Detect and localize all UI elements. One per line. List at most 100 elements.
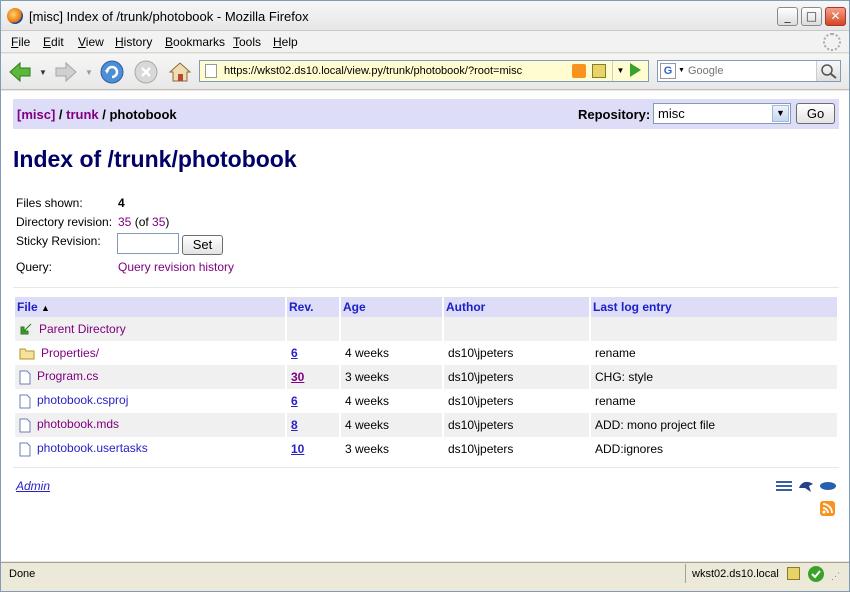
menu-help[interactable]: Help	[273, 35, 298, 49]
files-shown-label: Files shown:	[16, 196, 83, 210]
navigation-toolbar: ▼ ▼ https://wkst02.ds10.local/view.py/tr…	[1, 54, 849, 90]
go-arrow-icon[interactable]	[630, 63, 641, 77]
directory-revision-label: Directory revision:	[16, 215, 113, 229]
revision-link[interactable]: 6	[291, 346, 298, 360]
search-engine-dropdown-icon[interactable]: ▼	[678, 67, 685, 74]
viewvc-header: [misc] / trunk / photobook Repository: m…	[13, 99, 839, 129]
resize-grip-icon[interactable]: ⋰	[831, 571, 840, 582]
table-row: photobook.csproj 6 4 weeks ds10\jpeters …	[15, 389, 837, 413]
divider	[13, 287, 839, 288]
title-bar: [misc] Index of /trunk/photobook - Mozil…	[1, 1, 849, 31]
breadcrumb-trunk-link[interactable]: trunk	[66, 107, 99, 122]
home-button-icon[interactable]	[167, 59, 193, 85]
query-revision-history-link[interactable]: Query revision history	[118, 260, 234, 274]
table-row: photobook.usertasks 10 3 weeks ds10\jpet…	[15, 437, 837, 461]
parent-directory-link[interactable]: Parent Directory	[39, 322, 126, 336]
reload-button-icon[interactable]	[99, 59, 125, 85]
column-header-age[interactable]: Age	[341, 297, 442, 317]
google-engine-icon[interactable]: G	[660, 63, 676, 79]
page-content: [misc] / trunk / photobook Repository: m…	[1, 91, 849, 561]
menu-bar: File Edit View History Bookmarks Tools H…	[1, 31, 849, 53]
search-box[interactable]: G ▼	[657, 60, 841, 82]
file-listing-table: File ▲ Rev. Age Author Last log entry Pa…	[13, 297, 839, 461]
file-icon	[19, 442, 31, 457]
search-input[interactable]	[688, 62, 812, 80]
latest-revision-link[interactable]: 35	[152, 215, 165, 229]
admin-link[interactable]: Admin	[16, 479, 50, 493]
subversion-logo-icon[interactable]	[819, 481, 837, 491]
repository-select[interactable]: misc ▼	[653, 103, 791, 124]
python-logo-icon[interactable]	[797, 478, 815, 494]
rss-feed-icon[interactable]	[572, 64, 586, 78]
browser-window: [misc] Index of /trunk/photobook - Mozil…	[0, 0, 850, 592]
menu-history[interactable]: History	[115, 35, 152, 49]
menu-edit[interactable]: Edit	[43, 35, 64, 49]
log-cell: ADD: mono project file	[591, 413, 837, 437]
viewvc-logo-icon[interactable]	[775, 479, 793, 493]
file-link[interactable]: photobook.usertasks	[37, 441, 148, 455]
menu-file[interactable]: File	[11, 35, 30, 49]
rss-feed-icon[interactable]	[820, 501, 835, 516]
revision-link[interactable]: 8	[291, 418, 298, 432]
column-header-file[interactable]: File ▲	[15, 297, 285, 317]
parent-cell: Parent Directory	[15, 317, 285, 341]
go-button[interactable]: Go	[796, 103, 835, 124]
log-cell: ADD:ignores	[591, 437, 837, 461]
folder-icon	[19, 348, 35, 360]
minimize-button[interactable]: _	[777, 7, 798, 26]
directory-revision-link[interactable]: 35	[118, 215, 131, 229]
author-cell: ds10\jpeters	[444, 437, 589, 461]
log-cell: rename	[591, 389, 837, 413]
sort-ascending-icon: ▲	[41, 303, 50, 313]
divider	[13, 467, 839, 468]
window-title: [misc] Index of /trunk/photobook - Mozil…	[29, 9, 309, 24]
close-button[interactable]: ✕	[825, 7, 846, 26]
breadcrumb-root-link[interactable]: [misc]	[17, 107, 55, 122]
column-header-log[interactable]: Last log entry	[591, 297, 837, 317]
author-cell: ds10\jpeters	[444, 413, 589, 437]
padlock-icon[interactable]	[787, 567, 800, 580]
age-cell: 4 weeks	[341, 413, 442, 437]
table-row: Program.cs 30 3 weeks ds10\jpeters CHG: …	[15, 365, 837, 389]
query-label: Query:	[16, 260, 53, 274]
log-cell: CHG: style	[591, 365, 837, 389]
age-cell: 4 weeks	[341, 341, 442, 365]
menu-bookmarks[interactable]: Bookmarks	[165, 35, 225, 49]
column-header-author[interactable]: Author	[444, 297, 589, 317]
file-link[interactable]: Properties/	[41, 346, 99, 360]
file-icon	[19, 370, 31, 385]
file-link[interactable]: photobook.csproj	[37, 393, 128, 407]
sticky-revision-input[interactable]	[117, 233, 179, 254]
table-row: Properties/ 6 4 weeks ds10\jpeters renam…	[15, 341, 837, 365]
back-button-icon[interactable]	[7, 59, 33, 85]
file-link[interactable]: photobook.mds	[37, 417, 119, 431]
chevron-down-icon[interactable]: ▼	[772, 105, 789, 122]
table-header-row: File ▲ Rev. Age Author Last log entry	[15, 297, 837, 317]
search-magnifier-icon[interactable]	[816, 61, 840, 81]
revision-link[interactable]: 30	[291, 370, 304, 384]
author-cell: ds10\jpeters	[444, 365, 589, 389]
file-link[interactable]: Program.cs	[37, 369, 98, 383]
files-shown-value: 4	[118, 196, 125, 210]
sticky-revision-label: Sticky Revision:	[16, 234, 101, 248]
stop-button-icon	[134, 60, 158, 84]
address-bar[interactable]: https://wkst02.ds10.local/view.py/trunk/…	[199, 60, 649, 82]
checkmark-icon[interactable]	[807, 565, 825, 583]
status-bar: Done wkst02.ds10.local ⋰	[1, 562, 849, 584]
revision-link[interactable]: 6	[291, 394, 298, 408]
age-cell: 3 weeks	[341, 365, 442, 389]
revision-link[interactable]: 10	[291, 442, 304, 456]
forward-button-icon	[55, 61, 77, 83]
back-history-dropdown-icon[interactable]: ▼	[39, 68, 47, 77]
url-text: https://wkst02.ds10.local/view.py/trunk/…	[224, 65, 523, 77]
column-header-rev[interactable]: Rev.	[287, 297, 339, 317]
log-cell: rename	[591, 341, 837, 365]
padlock-icon[interactable]	[592, 64, 606, 78]
menu-tools[interactable]: Tools	[233, 35, 261, 49]
directory-revision-value: 35 (of 35)	[118, 215, 170, 229]
url-history-dropdown-icon[interactable]: ▼	[612, 61, 628, 81]
menu-view[interactable]: View	[78, 35, 104, 49]
maximize-button[interactable]: □	[801, 7, 822, 26]
status-host: wkst02.ds10.local	[685, 564, 785, 583]
set-button[interactable]: Set	[182, 235, 223, 255]
